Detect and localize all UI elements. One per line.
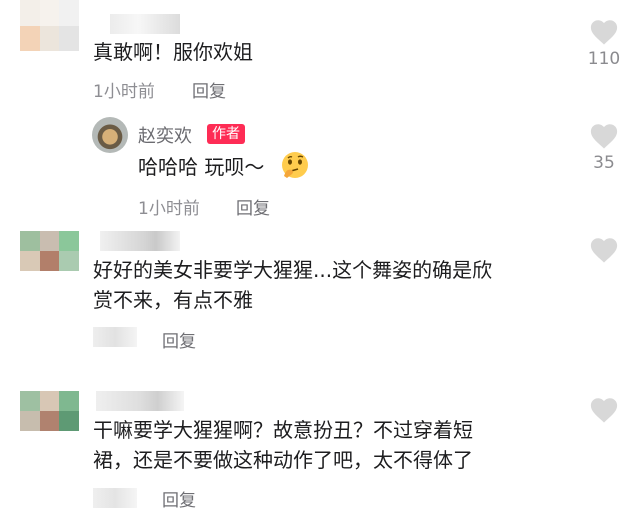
- thinking-emoji-icon: [282, 152, 308, 178]
- username-blurred: [110, 14, 180, 34]
- heart-icon[interactable]: [589, 236, 619, 264]
- author-avatar[interactable]: [92, 117, 128, 153]
- author-name[interactable]: 赵奕欢: [138, 122, 192, 148]
- avatar[interactable]: [20, 391, 79, 431]
- time-blurred: [93, 327, 137, 347]
- reply-time: 1小时前: [138, 199, 200, 219]
- comment-text-line-1: 干嘛要学大猩猩啊？故意扮丑？不过穿着短: [93, 418, 473, 442]
- comment-text-line-2: 裙，还是不要做这种动作了吧，太不得体了: [93, 448, 473, 472]
- heart-icon[interactable]: [589, 122, 619, 150]
- avatar[interactable]: [20, 231, 79, 271]
- comment-time: 1小时前: [93, 82, 155, 102]
- username-blurred: [96, 391, 184, 411]
- comment-text: 真敢啊！服你欢姐: [93, 40, 253, 64]
- heart-icon[interactable]: [589, 18, 619, 46]
- like-count: 35: [593, 153, 615, 173]
- username-blurred: [100, 231, 180, 251]
- like-count: 110: [587, 49, 621, 69]
- author-badge: 作者: [207, 124, 245, 144]
- heart-icon[interactable]: [589, 396, 619, 424]
- reply-button[interactable]: 回复: [236, 194, 270, 219]
- avatar[interactable]: [20, 0, 79, 51]
- reply-button[interactable]: 回复: [162, 327, 196, 352]
- comment-text-line-1: 好好的美女非要学大猩猩...这个舞姿的确是欣: [93, 258, 493, 282]
- comment-text-line-2: 赏不来，有点不雅: [93, 288, 253, 312]
- time-blurred: [93, 488, 137, 508]
- reply-button[interactable]: 回复: [192, 77, 226, 102]
- reply-text: 哈哈哈 玩呗～: [138, 155, 265, 179]
- reply-button[interactable]: 回复: [162, 486, 196, 511]
